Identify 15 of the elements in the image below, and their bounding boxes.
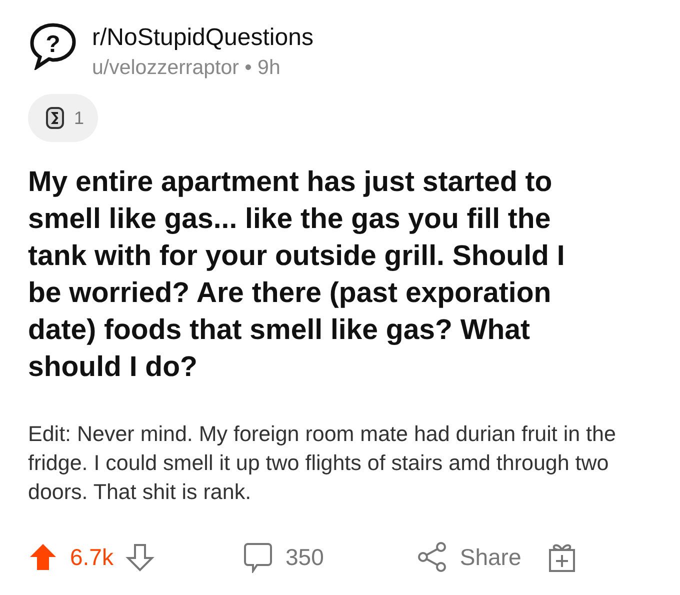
post-body: Edit: Never mind. My foreign room mate had durian fruit in the fridge. I could smell it up two flights of stairs amd through two doors. That shit is rank.	[28, 421, 617, 506]
post-title: My entire apartment has just started to smell like gas... like the gas you fill the tank with for your outside grill. Should I be worried? Are there (past exporation date) foods that smell like gas? What should I do?	[28, 165, 566, 385]
comment-count: 350	[285, 544, 324, 570]
share-button[interactable]: Share	[416, 541, 522, 573]
vote-score: 6.7k	[70, 544, 114, 570]
post-meta: u/velozzerraptor • 9h	[92, 56, 282, 80]
question-bubble-icon: ?	[28, 22, 78, 70]
upvote-icon[interactable]	[28, 542, 58, 572]
award-icon	[44, 106, 66, 130]
share-icon	[416, 541, 448, 573]
downvote-icon[interactable]	[125, 542, 156, 572]
subreddit-name[interactable]: r/NoStupidQuestions	[92, 24, 314, 52]
award-badge[interactable]: 1	[28, 94, 98, 142]
comment-icon[interactable]	[243, 541, 274, 573]
gift-icon[interactable]	[547, 541, 578, 573]
